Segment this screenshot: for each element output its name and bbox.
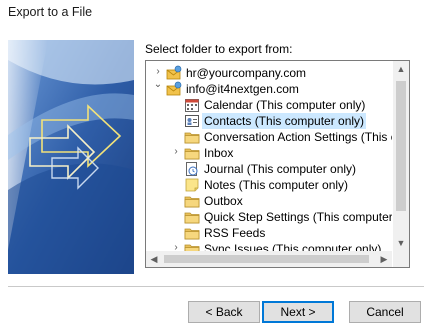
folder-tree-item[interactable]: RSS Feeds (146, 225, 392, 241)
folder-tree-item-label: hr@yourcompany.com (186, 66, 306, 80)
horizontal-scrollbar[interactable]: ◀ ▶ (146, 251, 392, 267)
back-button[interactable]: < Back (188, 301, 260, 323)
folder-tree-item-label: Conversation Action Settings (This c (204, 130, 392, 144)
folder-tree-rows: › hr@yourcompany.com ⌄ info@it4nextgen.com C… (146, 61, 392, 251)
notes-icon (184, 177, 200, 193)
folder-icon (184, 225, 200, 241)
expand-arrow-icon[interactable]: › (171, 147, 181, 157)
folder-tree-item[interactable]: › Sync Issues (This computer only) (146, 241, 392, 251)
folder-icon (184, 209, 200, 225)
mailbox-icon (166, 81, 182, 97)
wizard-side-image (8, 40, 134, 274)
folder-tree-item[interactable]: Journal (This computer only) (146, 161, 392, 177)
folder-tree-item-label: Inbox (204, 146, 234, 160)
folder-tree-item[interactable]: Conversation Action Settings (This c (146, 129, 392, 145)
calendar-icon (184, 97, 200, 113)
scroll-up-icon[interactable]: ▲ (393, 61, 409, 77)
footer-divider (8, 286, 424, 287)
horizontal-scroll-thumb[interactable] (164, 255, 369, 263)
folder-icon (184, 193, 200, 209)
folder-prompt-label: Select folder to export from: (145, 42, 293, 56)
folder-tree-item[interactable]: ⌄ info@it4nextgen.com (146, 80, 392, 97)
expand-arrow-icon[interactable]: › (171, 243, 181, 252)
scroll-down-icon[interactable]: ▼ (393, 235, 409, 251)
vertical-scrollbar[interactable]: ▲ ▼ (393, 61, 409, 251)
export-arrows-illustration (8, 40, 134, 274)
collapse-arrow-icon[interactable]: ⌄ (153, 80, 163, 90)
folder-tree-item[interactable]: Quick Step Settings (This computer c (146, 209, 392, 225)
folder-icon (184, 145, 200, 161)
folder-tree-item-label: info@it4nextgen.com (186, 82, 299, 96)
folder-tree-item[interactable]: › hr@yourcompany.com (146, 65, 392, 81)
contacts-icon (184, 113, 200, 129)
journal-icon (184, 161, 200, 177)
folder-icon (184, 129, 200, 145)
scroll-left-icon[interactable]: ◀ (146, 251, 162, 267)
folder-tree-item[interactable]: › Inbox (146, 145, 392, 161)
folder-tree[interactable]: › hr@yourcompany.com ⌄ info@it4nextgen.com C… (145, 60, 410, 268)
folder-tree-item-label: RSS Feeds (204, 226, 266, 240)
next-button[interactable]: Next > (262, 301, 334, 323)
folder-icon (184, 241, 200, 251)
folder-tree-item-label: Quick Step Settings (This computer c (204, 210, 392, 224)
folder-tree-item[interactable]: Outbox (146, 193, 392, 209)
folder-tree-item[interactable]: Notes (This computer only) (146, 177, 392, 193)
folder-tree-item-label: Notes (This computer only) (204, 178, 349, 192)
window-title: Export to a File (8, 5, 93, 19)
folder-tree-item-label: Calendar (This computer only) (204, 98, 366, 112)
scrollbar-corner (393, 251, 409, 267)
vertical-scroll-thumb[interactable] (396, 81, 406, 211)
folder-tree-item-label: Outbox (204, 194, 243, 208)
folder-tree-item-label: Journal (This computer only) (204, 162, 357, 176)
title-bar: Export to a File (0, 0, 432, 30)
folder-tree-item[interactable]: Calendar (This computer only) (146, 97, 392, 113)
folder-tree-item[interactable]: Contacts (This computer only) (146, 113, 392, 129)
scroll-right-icon[interactable]: ▶ (376, 251, 392, 267)
folder-tree-item-label: Sync Issues (This computer only) (204, 242, 382, 251)
folder-tree-item-label: Contacts (This computer only) (202, 113, 367, 129)
cancel-button[interactable]: Cancel (349, 301, 421, 323)
mailbox-icon (166, 65, 182, 81)
expand-arrow-icon[interactable]: › (153, 67, 163, 77)
